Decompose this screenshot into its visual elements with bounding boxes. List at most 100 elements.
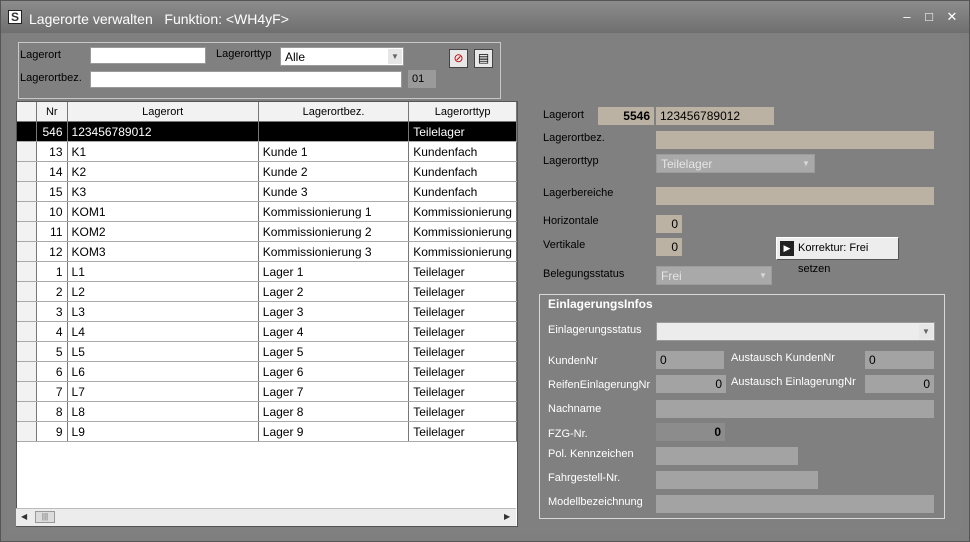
cell-lagerortbez[interactable]: Kommissionierung 1 — [258, 201, 410, 222]
table-row[interactable]: 13 K1 Kunde 1 Kundenfach — [17, 141, 517, 162]
cell-lagerortbez[interactable]: Kunde 3 — [258, 181, 410, 202]
table-row[interactable]: 9 L9 Lager 9 Teilelager — [17, 421, 517, 442]
cell-lagerort[interactable]: L3 — [67, 301, 259, 322]
cell-nr[interactable]: 2 — [36, 281, 68, 302]
cell-lagerort[interactable]: L8 — [67, 401, 259, 422]
scroll-thumb[interactable]: ||| — [35, 511, 55, 523]
cell-lagerortbez[interactable]: Kommissionierung 2 — [258, 221, 410, 242]
cell-lagerorttyp[interactable]: Teilelager — [408, 421, 517, 442]
cell-lagerortbez[interactable]: Lager 8 — [258, 401, 410, 422]
austausch-einlagerungnr-field[interactable]: 0 — [865, 375, 934, 393]
reifeneinlagerungnr-field[interactable]: 0 — [656, 375, 726, 393]
table-row[interactable]: 6 L6 Lager 6 Teilelager — [17, 361, 517, 382]
scroll-right-icon[interactable]: ▶ — [504, 512, 510, 521]
column-header-nr[interactable]: Nr — [36, 102, 68, 122]
table-row[interactable]: 5 L5 Lager 5 Teilelager — [17, 341, 517, 362]
cell-nr[interactable]: 14 — [36, 161, 68, 182]
minimize-button[interactable]: – — [898, 9, 916, 25]
cell-nr[interactable]: 10 — [36, 201, 68, 222]
lagerort-grid[interactable]: Nr Lagerort Lagerortbez. Lagerorttyp 546… — [16, 101, 518, 527]
cell-nr[interactable]: 13 — [36, 141, 68, 162]
einlagerungsstatus-select[interactable]: ▼ — [656, 322, 935, 341]
column-header-lagerortbez[interactable]: Lagerortbez. — [258, 102, 410, 122]
maximize-button[interactable]: □ — [920, 9, 938, 25]
cell-lagerorttyp[interactable]: Kundenfach — [408, 181, 517, 202]
fahrgestell-nr-field[interactable] — [656, 471, 818, 489]
filter-lagerort-input[interactable] — [90, 47, 206, 64]
row-selector[interactable] — [17, 281, 37, 302]
pol-kennzeichen-field[interactable] — [656, 447, 798, 465]
modellbezeichnung-field[interactable] — [656, 495, 934, 513]
austausch-kundennr-field[interactable]: 0 — [865, 351, 934, 369]
save-button[interactable]: ▤ — [474, 49, 493, 68]
cell-lagerorttyp[interactable]: Kommissionierung — [408, 201, 517, 222]
filter-lagerortbez-input[interactable] — [90, 71, 402, 88]
cell-lagerortbez[interactable] — [258, 121, 410, 142]
column-header-lagerort[interactable]: Lagerort — [67, 102, 259, 122]
table-row[interactable]: 4 L4 Lager 4 Teilelager — [17, 321, 517, 342]
cell-lagerorttyp[interactable]: Kundenfach — [408, 141, 517, 162]
cell-lagerorttyp[interactable]: Teilelager — [408, 321, 517, 342]
cell-lagerort[interactable]: L7 — [67, 381, 259, 402]
cell-nr[interactable]: 15 — [36, 181, 68, 202]
cell-lagerortbez[interactable]: Kunde 1 — [258, 141, 410, 162]
cell-lagerortbez[interactable]: Lager 2 — [258, 281, 410, 302]
table-row[interactable]: 12 KOM3 Kommissionierung 3 Kommissionierung — [17, 241, 517, 262]
search-clear-button[interactable]: ⊘ — [449, 49, 468, 68]
cell-lagerorttyp[interactable]: Teilelager — [408, 301, 517, 322]
column-header-lagerorttyp[interactable]: Lagerorttyp — [408, 102, 517, 122]
detail-lagerortbez-field[interactable] — [656, 131, 934, 149]
row-selector[interactable] — [17, 121, 37, 142]
cell-lagerorttyp[interactable]: Teilelager — [408, 401, 517, 422]
detail-lagerbereiche-field[interactable] — [656, 187, 934, 205]
row-selector[interactable] — [17, 161, 37, 182]
cell-lagerort[interactable]: K2 — [67, 161, 259, 182]
cell-lagerort[interactable]: L5 — [67, 341, 259, 362]
row-selector[interactable] — [17, 321, 37, 342]
table-row[interactable]: 7 L7 Lager 7 Teilelager — [17, 381, 517, 402]
cell-nr[interactable]: 7 — [36, 381, 68, 402]
close-button[interactable]: ✕ — [943, 9, 961, 25]
cell-lagerort[interactable]: L6 — [67, 361, 259, 382]
cell-lagerortbez[interactable]: Kommissionierung 3 — [258, 241, 410, 262]
cell-lagerortbez[interactable]: Lager 7 — [258, 381, 410, 402]
detail-horizontale-field[interactable]: 0 — [656, 215, 682, 233]
cell-lagerort[interactable]: KOM1 — [67, 201, 259, 222]
cell-nr[interactable]: 3 — [36, 301, 68, 322]
cell-lagerort[interactable]: KOM3 — [67, 241, 259, 262]
cell-lagerorttyp[interactable]: Teilelager — [408, 361, 517, 382]
detail-belegungsstatus-select[interactable]: Frei ▼ — [656, 266, 772, 285]
cell-nr[interactable]: 8 — [36, 401, 68, 422]
cell-nr[interactable]: 11 — [36, 221, 68, 242]
row-selector[interactable] — [17, 421, 37, 442]
cell-lagerorttyp[interactable]: Teilelager — [408, 121, 517, 142]
table-row[interactable]: 2 L2 Lager 2 Teilelager — [17, 281, 517, 302]
table-row[interactable]: 10 KOM1 Kommissionierung 1 Kommissionierung — [17, 201, 517, 222]
table-row[interactable]: 3 L3 Lager 3 Teilelager — [17, 301, 517, 322]
cell-lagerorttyp[interactable]: Teilelager — [408, 261, 517, 282]
nachname-field[interactable] — [656, 400, 934, 418]
row-selector[interactable] — [17, 141, 37, 162]
cell-lagerorttyp[interactable]: Kommissionierung — [408, 241, 517, 262]
cell-nr[interactable]: 5 — [36, 341, 68, 362]
detail-vertikale-field[interactable]: 0 — [656, 238, 682, 256]
cell-nr[interactable]: 12 — [36, 241, 68, 262]
scroll-left-icon[interactable]: ◀ — [21, 512, 27, 521]
fzg-nr-field[interactable]: 0 — [656, 423, 725, 441]
cell-lagerort[interactable]: L1 — [67, 261, 259, 282]
cell-lagerort[interactable]: L9 — [67, 421, 259, 442]
horizontal-scrollbar[interactable]: ◀ ||| ▶ — [16, 508, 516, 526]
cell-lagerorttyp[interactable]: Kundenfach — [408, 161, 517, 182]
cell-lagerortbez[interactable]: Lager 6 — [258, 361, 410, 382]
cell-lagerort[interactable]: K1 — [67, 141, 259, 162]
cell-lagerorttyp[interactable]: Teilelager — [408, 281, 517, 302]
cell-nr[interactable]: 546 — [36, 121, 68, 142]
row-selector[interactable] — [17, 261, 37, 282]
filter-lagerorttyp-select[interactable]: Alle ▼ — [280, 47, 404, 66]
detail-lagerorttyp-select[interactable]: Teilelager ▼ — [656, 154, 815, 173]
cell-nr[interactable]: 1 — [36, 261, 68, 282]
cell-lagerort[interactable]: L4 — [67, 321, 259, 342]
korrektur-frei-setzen-button[interactable]: ▶ Korrektur: Frei setzen — [776, 237, 899, 275]
row-selector[interactable] — [17, 221, 37, 242]
cell-lagerort[interactable]: KOM2 — [67, 221, 259, 242]
